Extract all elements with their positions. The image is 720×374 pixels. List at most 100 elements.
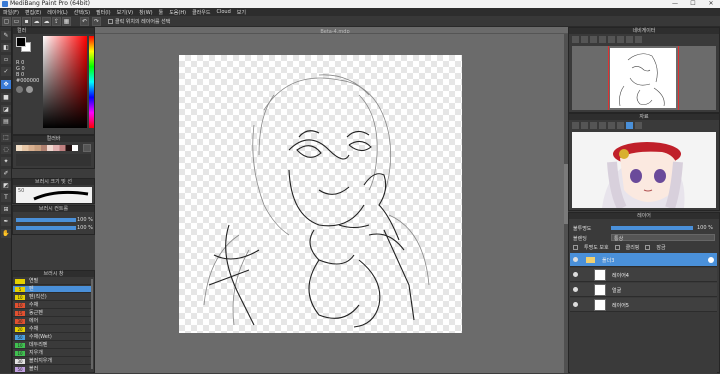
menu-edit[interactable]: 편집(E) — [25, 9, 41, 16]
menu-tool[interactable]: 툴 — [159, 9, 164, 16]
palette-swatches[interactable] — [16, 145, 78, 151]
select-rect-icon[interactable]: ⬚ — [1, 133, 11, 142]
eyedropper-icon[interactable]: ✒ — [1, 217, 11, 226]
material-tone-icon[interactable] — [581, 122, 588, 129]
gradient-tool-icon[interactable]: ▤ — [1, 117, 11, 126]
clipping-checkbox[interactable] — [614, 245, 620, 250]
rotate-left-icon[interactable] — [608, 36, 615, 43]
brush-row[interactable]: 50 블러 — [13, 366, 93, 373]
share-icon[interactable]: ⇪ — [52, 17, 61, 26]
material-cloud-icon[interactable] — [635, 122, 642, 129]
fill-tool-icon[interactable]: ◪ — [1, 105, 11, 114]
menu-select[interactable]: 선택(S) — [74, 9, 90, 16]
divide-tool-icon[interactable]: ⊞ — [1, 205, 11, 214]
menu-view[interactable]: 보기(V) — [117, 9, 134, 16]
color-field[interactable] — [43, 36, 87, 128]
brush-row[interactable]: 10 수채 — [13, 302, 93, 309]
brush-row[interactable]: 50 수채(Wet) — [13, 334, 93, 341]
select-pen-icon[interactable]: ✐ — [1, 169, 11, 178]
color-wheel-icon[interactable] — [26, 86, 33, 93]
brush-row[interactable]: 10 지우개 — [13, 350, 93, 357]
menu-layer[interactable]: 레이어(L) — [47, 9, 68, 16]
checkbox-icon[interactable] — [108, 19, 113, 24]
brush-row[interactable]: 20 수채 — [13, 326, 93, 333]
maximize-button[interactable]: ☐ — [684, 0, 702, 8]
reset-icon[interactable] — [635, 36, 642, 43]
brush-row[interactable]: 10 펜(직선) — [13, 294, 93, 301]
menu-file[interactable]: 파일(F) — [3, 9, 19, 16]
material-add-icon[interactable] — [608, 122, 615, 129]
brush-list-scrollbar[interactable] — [91, 279, 93, 369]
palette-add-icon[interactable] — [83, 144, 91, 152]
minimize-button[interactable]: — — [666, 0, 684, 8]
text-tool-icon[interactable]: T — [1, 193, 11, 202]
layer-blend-select[interactable]: 통상 — [611, 234, 715, 242]
visibility-eye-icon[interactable] — [573, 287, 578, 292]
brush-row[interactable]: 30 블러지우개 — [13, 358, 93, 365]
protect-alpha-checkbox[interactable] — [573, 245, 578, 250]
grid-icon[interactable]: ▦ — [62, 17, 71, 26]
navigator-preview[interactable] — [572, 46, 716, 110]
layer-row[interactable]: 레이어4 — [570, 268, 717, 282]
fit-icon[interactable] — [590, 36, 597, 43]
layer-row[interactable]: 레이어5 — [570, 298, 717, 312]
visibility-eye-icon[interactable] — [573, 257, 578, 262]
brush-row[interactable]: 30 에어 — [13, 318, 93, 325]
brush-row[interactable]: 15 동근펜 — [13, 310, 93, 317]
select-by-click-option[interactable]: 클릭 위치의 레이어를 선택 — [108, 18, 170, 25]
open-file-icon[interactable]: ▭ — [12, 17, 21, 26]
checkmark-icon[interactable]: ✓ — [1, 67, 11, 76]
menu-misc[interactable]: 보기 — [237, 9, 246, 16]
canvas-area[interactable]: Beta-4.mdp — [95, 27, 568, 373]
magic-wand-icon[interactable]: ✦ — [1, 157, 11, 166]
zoom-out-icon[interactable] — [581, 36, 588, 43]
layer-row-folder[interactable]: 폴더3 — [570, 253, 717, 267]
brush-row-selected[interactable]: 5펜 — [13, 286, 93, 293]
material-folder-icon[interactable] — [599, 122, 606, 129]
menu-cloud[interactable]: Cloud — [216, 9, 230, 15]
move-tool-icon[interactable]: ✥ — [1, 80, 11, 89]
visibility-eye-icon[interactable] — [573, 272, 578, 277]
select-eraser-icon[interactable]: ◩ — [1, 181, 11, 190]
brush-row[interactable]: 10 데두리펜 — [13, 342, 93, 349]
save-icon[interactable]: ▪ — [22, 17, 31, 26]
zoom-in-icon[interactable] — [572, 36, 579, 43]
document-tab[interactable]: Beta-4.mdp — [275, 29, 395, 35]
close-button[interactable]: ✕ — [702, 0, 720, 8]
material-delete-icon[interactable] — [617, 122, 624, 129]
redo-icon[interactable]: ↷ — [92, 17, 101, 26]
brush-opacity-slider[interactable] — [16, 218, 76, 222]
layer-settings-gear-icon[interactable] — [708, 257, 714, 263]
lasso-tool-icon[interactable]: ◌ — [1, 145, 11, 154]
material-active-icon[interactable] — [626, 122, 633, 129]
fill-rect-icon[interactable]: ■ — [1, 93, 11, 102]
dot-tool-icon[interactable]: ▫ — [1, 55, 11, 64]
brush-tool-icon[interactable]: ✎ — [1, 31, 11, 40]
cloud-open-icon[interactable]: ☁ — [42, 17, 51, 26]
brush-size-slider[interactable] — [16, 226, 76, 230]
new-file-icon[interactable]: ▢ — [2, 17, 11, 26]
drawing-sheet[interactable] — [179, 55, 462, 333]
layer-opacity-slider[interactable] — [611, 226, 693, 230]
visibility-eye-icon[interactable] — [573, 302, 578, 307]
hand-tool-icon[interactable]: ✋ — [1, 229, 11, 238]
layer-row[interactable]: 얼굴 — [570, 283, 717, 297]
menu-team[interactable]: 클라우드 — [192, 9, 210, 16]
reference-image[interactable] — [572, 132, 716, 208]
lock-checkbox[interactable] — [645, 245, 651, 250]
rotate-right-icon[interactable] — [617, 36, 624, 43]
color-mode-icon[interactable] — [16, 86, 23, 93]
material-tile-icon[interactable] — [572, 122, 579, 129]
menu-window[interactable]: 창(W) — [139, 9, 152, 16]
brush-size-preview[interactable] — [16, 187, 92, 203]
primary-color-swatch-front[interactable] — [16, 37, 26, 47]
hue-strip[interactable] — [89, 36, 94, 128]
cloud-save-icon[interactable]: ☁ — [32, 17, 41, 26]
undo-icon[interactable]: ↶ — [80, 17, 89, 26]
eraser-tool-icon[interactable]: ◧ — [1, 43, 11, 52]
menu-filter[interactable]: 필터(I) — [96, 9, 111, 16]
flip-icon[interactable] — [626, 36, 633, 43]
brush-row[interactable]: 연필 — [13, 278, 93, 285]
menu-help[interactable]: 도움(H) — [169, 9, 186, 16]
actual-size-icon[interactable] — [599, 36, 606, 43]
